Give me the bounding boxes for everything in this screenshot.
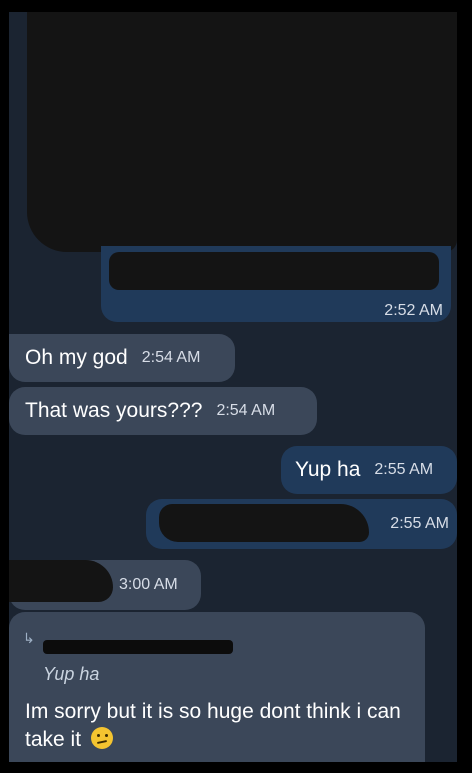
- message-bubble-outgoing[interactable]: Yup ha 2:55 AM: [281, 446, 457, 494]
- message-bubble-incoming[interactable]: That was yours??? 2:54 AM: [9, 387, 317, 435]
- message-timestamp: 2:54 AM: [216, 402, 276, 419]
- message-timestamp: 2:54 AM: [141, 349, 201, 366]
- redaction-block: [9, 560, 113, 602]
- message-timestamp: 3:00 AM: [119, 576, 178, 593]
- redaction-block: [109, 252, 439, 290]
- reply-arrow-icon: ↳: [23, 630, 35, 646]
- confused-face-icon: [90, 727, 113, 749]
- message-timestamp: 2:55 AM: [390, 515, 449, 532]
- redaction-block: [159, 504, 369, 542]
- reply-body: Im sorry but it is so huge dont think i …: [9, 688, 425, 762]
- redaction-block: [43, 640, 233, 654]
- message-text: Im sorry but it is so huge dont think i …: [25, 700, 401, 751]
- message-text: Oh my god: [25, 346, 128, 369]
- message-timestamp: 2:55 AM: [374, 461, 434, 478]
- chat-window: 2:52 AM Oh my god 2:54 AM That was yours…: [9, 12, 457, 762]
- message-timestamp: 2:52 AM: [384, 302, 443, 319]
- quoted-message-text: Yup ha: [43, 664, 100, 684]
- reply-message-bubble[interactable]: ↳ Yup ha Im sorry but it is so huge dont…: [9, 612, 425, 762]
- quoted-message[interactable]: ↳ Yup ha: [23, 624, 419, 688]
- message-text: Yup ha: [295, 458, 361, 481]
- redaction-block-top: [27, 12, 457, 252]
- message-bubble-incoming[interactable]: Oh my god 2:54 AM: [9, 334, 235, 382]
- message-text: That was yours???: [25, 399, 203, 422]
